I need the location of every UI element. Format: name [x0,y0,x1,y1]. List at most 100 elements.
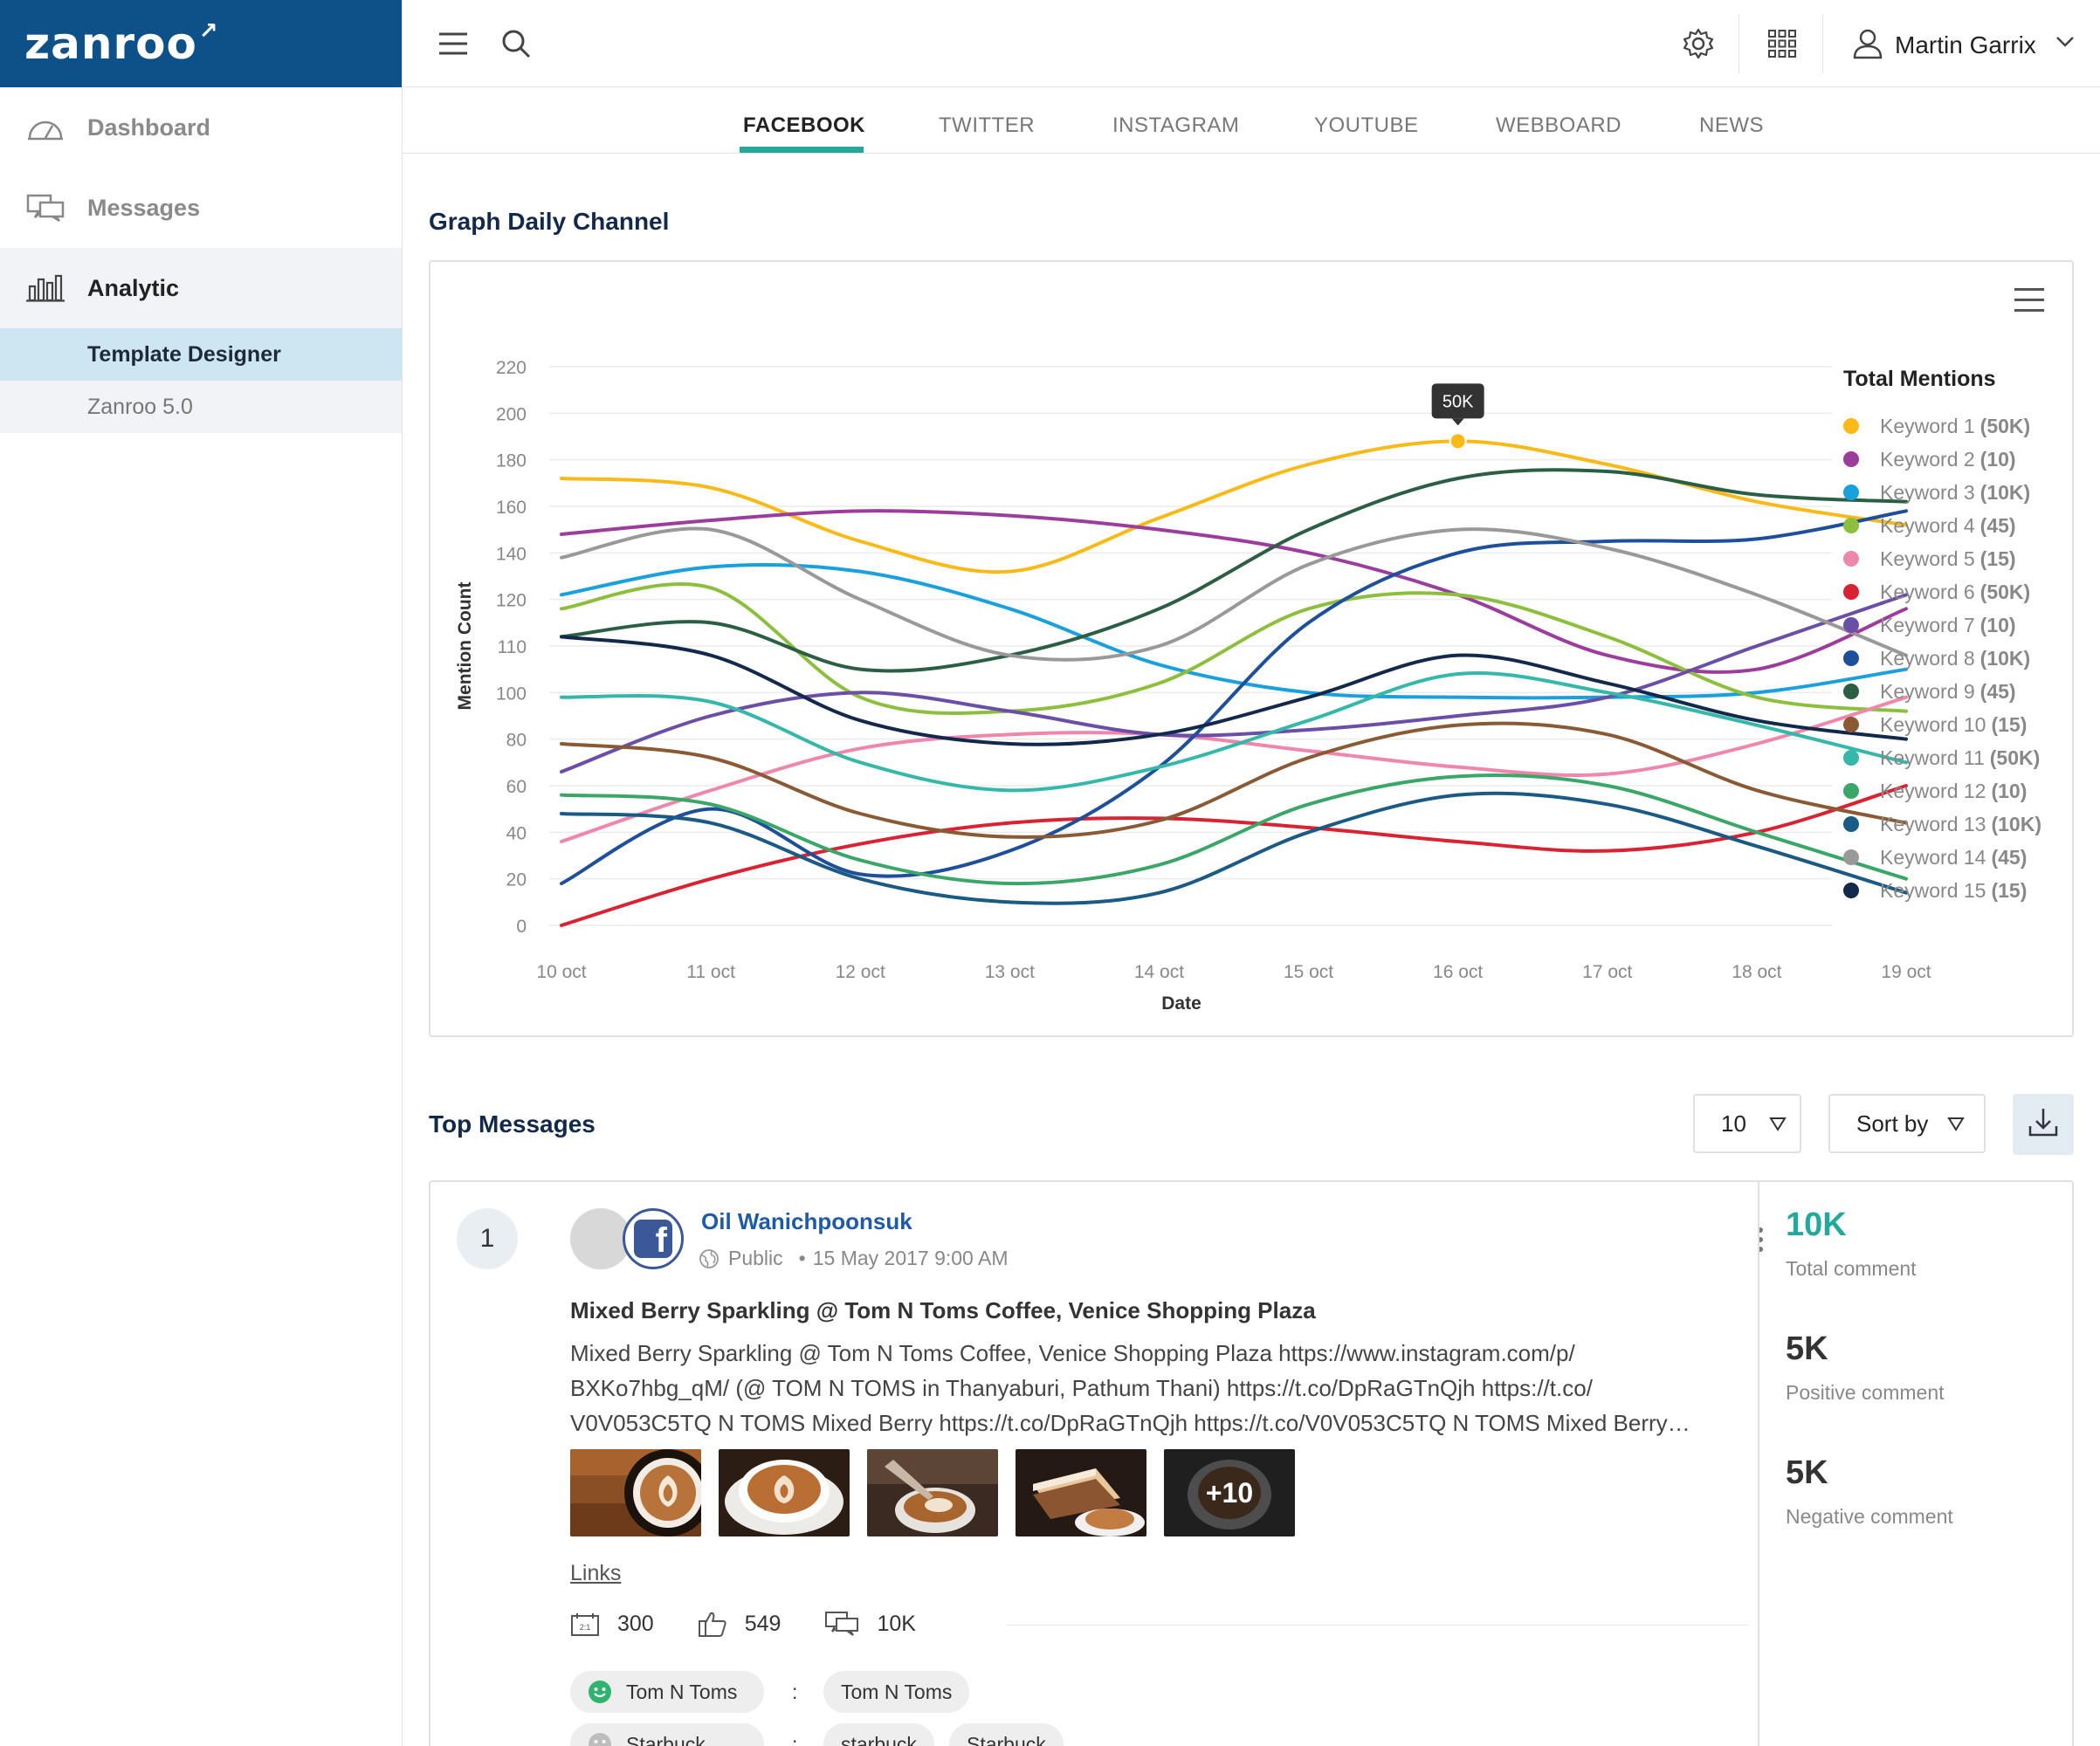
sidebar-item-analytic[interactable]: Analytic [0,248,402,328]
x-tick-label: 15 oct [1284,962,1333,982]
legend-item[interactable]: Keyword 7 (10) [1843,608,2041,642]
meta-separator: • [798,1247,806,1269]
image-thumbnail-more[interactable]: +10 [1164,1449,1295,1536]
legend-item[interactable]: Keyword 12 (10) [1843,774,2041,808]
tooltip-pointer [1451,418,1464,426]
legend-item[interactable]: Keyword 15 (15) [1843,874,2041,907]
legend-swatch [1843,518,1859,533]
sidebar-subitem-zanroo[interactable]: Zanroo 5.0 [0,381,402,433]
legend-total: (45) [1980,679,2016,703]
entity-chip-label: Tom N Toms [626,1680,738,1703]
x-axis-title: Date [1161,993,1201,1014]
post-meta: Public • 15 May 2017 9:00 AM [699,1247,1008,1270]
y-tick-label: 200 [496,404,527,424]
legend-label: Keyword 6 [1880,580,1975,603]
legend-swatch [1843,584,1859,600]
legend-label: Keyword 15 [1880,878,1986,902]
legend-total: (15) [1991,712,2028,736]
sidebar-item-messages[interactable]: Messages [0,168,402,248]
legend-title: Total Mentions [1843,367,1996,391]
y-tick-label: 180 [496,451,527,471]
legend-total: (50K) [1989,746,2041,769]
entity-chip[interactable]: Starbuck [570,1723,764,1746]
hamburger-menu-icon[interactable] [436,26,471,61]
legend-swatch [1843,717,1859,732]
chip-separator: : [792,1733,798,1746]
legend-item[interactable]: Keyword 8 (10K) [1843,642,2041,675]
tab-webboard[interactable]: WEBBOARD [1496,113,1621,138]
speedometer-icon [26,112,65,143]
legend-swatch [1843,783,1859,799]
tab-twitter[interactable]: TWITTER [939,113,1035,138]
legend-label: Keyword 3 [1880,480,1975,504]
series-line-keyword-6 [560,784,1908,927]
x-tick-label: 18 oct [1732,962,1781,982]
search-icon[interactable] [499,26,534,61]
svg-text:2:1: 2:1 [580,1623,591,1632]
value-chip[interactable]: Tom N Toms [823,1671,970,1713]
tab-facebook[interactable]: FACEBOOK [743,113,865,138]
message-title: Mixed Berry Sparkling @ Tom N Toms Coffe… [570,1297,1316,1323]
y-tick-label: 80 [506,731,527,751]
positive-comment-label: Positive comment [1786,1381,1945,1404]
y-tick-label: 60 [506,777,527,797]
chevron-down-icon[interactable] [2053,30,2077,54]
legend-item[interactable]: Keyword 3 (10K) [1843,476,2041,509]
y-tick-label: 120 [496,591,527,611]
user-name[interactable]: Martin Garrix [1895,31,2036,59]
facebook-icon: f [623,1208,684,1269]
legend-total: (10) [1980,447,2016,471]
zanroo-logo[interactable]: zanroo↗ [24,18,219,69]
sort-select[interactable]: Sort by [1828,1094,1986,1153]
author-name[interactable]: Oil Wanichpoonsuk [701,1208,912,1235]
x-tick-label: 10 oct [536,962,586,982]
series-line-keyword-13 [560,791,1908,905]
image-thumbnail[interactable] [1016,1449,1146,1536]
image-thumbnail[interactable] [719,1449,850,1536]
value-chip-label: Tom N Toms [841,1680,953,1703]
legend-swatch [1843,451,1859,467]
legend-item[interactable]: Keyword 6 (50K) [1843,575,2041,608]
chart-card: 220 200 180 160 140 120 110 100 80 60 40 20 0 10 oct 1… [429,260,2074,1037]
legend-item[interactable]: Keyword 2 (10) [1843,443,2041,476]
legend-item[interactable]: Keyword 10 (15) [1843,708,2041,741]
apps-grid-icon[interactable] [1765,26,1800,61]
sidebar: zanroo↗ Dashboard Messages Analytic Temp… [0,0,403,1746]
value-chip[interactable]: starbuck [823,1723,934,1746]
entity-chip[interactable]: Tom N Toms [570,1671,764,1713]
globe-icon [699,1248,720,1269]
tab-youtube[interactable]: YOUTUBE [1314,113,1419,138]
image-thumbnail[interactable] [570,1449,701,1536]
gear-icon[interactable] [1681,26,1716,61]
tab-instagram[interactable]: INSTAGRAM [1112,113,1239,138]
value-chip[interactable]: Starbuck [949,1723,1064,1746]
topbar-divider [1822,14,1823,73]
download-button[interactable] [2013,1094,2074,1155]
legend-item[interactable]: Keyword 5 (15) [1843,542,2041,575]
tooltip-label: 50K [1442,392,1474,411]
legend-item[interactable]: Keyword 1 (50K) [1843,409,2041,443]
triangle-down-icon [1947,1116,1966,1131]
tab-news[interactable]: NEWS [1699,113,1764,138]
links-link[interactable]: Links [570,1561,621,1586]
top-messages-title: Top Messages [429,1110,596,1138]
sidebar-item-dashboard[interactable]: Dashboard [0,87,402,168]
user-icon[interactable] [1850,26,1885,61]
legend-item[interactable]: Keyword 13 (10K) [1843,808,2041,841]
image-thumbnail[interactable] [867,1449,998,1536]
y-tick-label: 220 [496,358,527,378]
count-select[interactable]: 10 [1693,1094,1801,1153]
sidebar-subitem-template-designer[interactable]: Template Designer [0,328,402,381]
legend-item[interactable]: Keyword 14 (45) [1843,841,2041,874]
legend-item[interactable]: Keyword 9 (45) [1843,675,2041,708]
negative-comment-value: 5K [1786,1454,1828,1491]
legend-total: (10) [1980,613,2016,636]
series-line-keyword-14 [560,526,1908,662]
y-tick-label: 0 [516,917,527,937]
legend-item[interactable]: Keyword 4 (45) [1843,509,2041,542]
legend-item[interactable]: Keyword 11 (50K) [1843,741,2041,774]
chart-menu-icon[interactable] [2014,288,2044,314]
line-chart: 22020018016014012011010080604020010 oct 1… [455,358,1931,1014]
bar-chart-icon [26,272,65,304]
legend-total: (45) [1991,845,2028,869]
